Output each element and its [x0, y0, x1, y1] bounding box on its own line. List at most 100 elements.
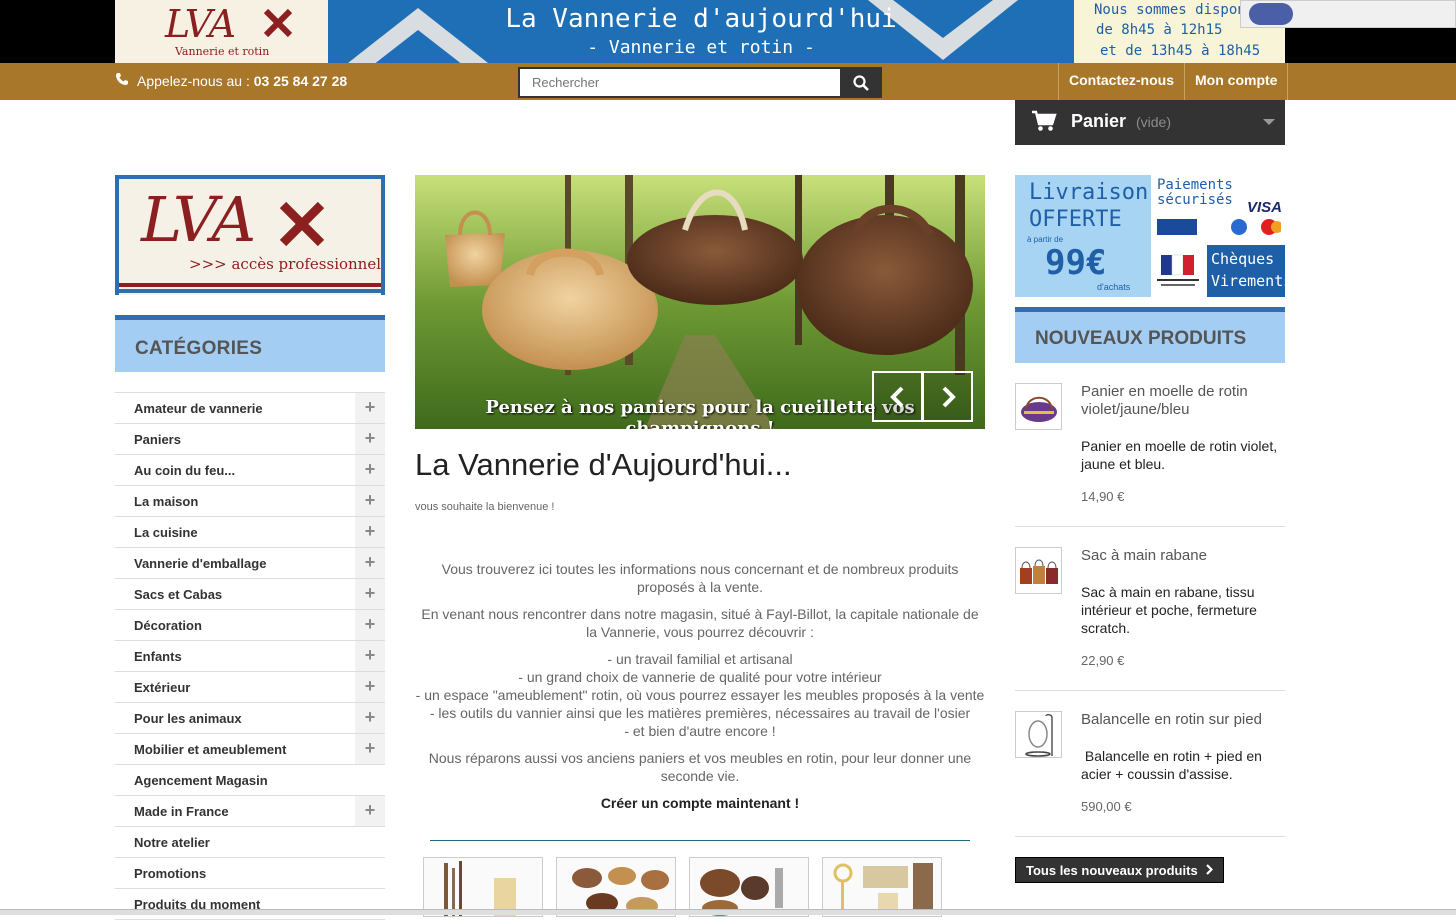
expand-plus-icon[interactable]: + [355, 517, 385, 547]
category-item[interactable]: La maison + [115, 486, 385, 517]
cart-status: (vide) [1136, 114, 1172, 130]
phone-number[interactable]: 03 25 84 27 28 [254, 73, 347, 89]
french-republic-icon [1157, 254, 1199, 286]
category-item[interactable]: Promotions [115, 858, 385, 889]
category-item[interactable]: Mobilier et ameublement + [115, 734, 385, 765]
category-label[interactable]: La maison [134, 494, 198, 509]
category-label[interactable]: Mobilier et ameublement [134, 742, 286, 757]
category-item[interactable]: Notre atelier [115, 827, 385, 858]
new-products-title: Nouveaux produits [1015, 307, 1285, 363]
expand-plus-icon[interactable]: + [355, 579, 385, 609]
category-item[interactable]: Sacs et Cabas + [115, 579, 385, 610]
category-item[interactable]: Pour les animaux + [115, 703, 385, 734]
category-thumbnail[interactable] [556, 857, 676, 917]
delivery-amount: 99€ [1045, 243, 1107, 283]
category-item[interactable]: Paniers + [115, 424, 385, 455]
category-item[interactable]: Produits du moment [115, 889, 385, 920]
all-new-products-button[interactable]: Tous les nouveaux produits [1015, 857, 1225, 883]
intro-paragraph: Vous trouverez ici toutes les informatio… [441, 561, 959, 595]
category-item[interactable]: Extérieur + [115, 672, 385, 703]
product-name[interactable]: Panier en moelle de rotin violet/jaune/b… [1081, 383, 1281, 419]
expand-plus-icon[interactable]: + [355, 486, 385, 516]
category-label[interactable]: Pour les animaux [134, 711, 242, 726]
category-item[interactable]: Enfants + [115, 641, 385, 672]
intro-text: Vous trouverez ici toutes les informatio… [415, 560, 985, 821]
category-label[interactable]: Au coin du feu... [134, 463, 235, 478]
category-item[interactable]: Décoration + [115, 610, 385, 641]
new-product-item[interactable]: Balancelle en rotin sur pied Balancelle … [1015, 711, 1285, 837]
expand-plus-icon[interactable]: + [355, 393, 385, 423]
product-price: 22,90 € [1081, 653, 1125, 668]
bullet-item: - un travail familial et artisanal [607, 651, 793, 667]
search-button[interactable] [840, 67, 882, 98]
cart-button[interactable]: Panier (vide) [1015, 100, 1285, 145]
category-label[interactable]: Promotions [134, 866, 206, 881]
product-image[interactable] [1015, 547, 1062, 594]
category-label[interactable]: La cuisine [134, 525, 198, 540]
pro-access-banner[interactable]: LVA >>> accès professionnel [115, 175, 385, 295]
delivery-text: OFFERTE [1029, 207, 1122, 232]
category-item[interactable]: La cuisine + [115, 517, 385, 548]
category-label[interactable]: Notre atelier [134, 835, 210, 850]
expand-plus-icon[interactable]: + [355, 548, 385, 578]
intro-bullets: - un travail familial et artisanal - un … [415, 650, 985, 740]
category-label[interactable]: Enfants [134, 649, 182, 664]
bullet-item: - un espace "ameublement" rotin, où vous… [415, 687, 985, 703]
category-item[interactable]: Amateur de vannerie + [115, 393, 385, 424]
delivery-payment-banner: Livraison OFFERTE à partir de 99€ d'acha… [1015, 175, 1285, 297]
category-label[interactable]: Vannerie d'emballage [134, 556, 266, 571]
new-product-item[interactable]: Sac à main rabane Sac à main en rabane, … [1015, 547, 1285, 691]
new-product-item[interactable]: Panier en moelle de rotin violet/jaune/b… [1015, 383, 1285, 527]
expand-plus-icon[interactable]: + [355, 424, 385, 454]
product-name[interactable]: Balancelle en rotin sur pied [1081, 711, 1281, 729]
site-logo[interactable]: LVA Vannerie et rotin [115, 0, 328, 63]
expand-plus-icon[interactable]: + [355, 703, 385, 733]
categories-title: Catégories [115, 315, 385, 372]
search-input[interactable] [518, 67, 840, 98]
bullet-item: - un grand choix de vannerie de qualité … [518, 669, 882, 685]
divider [430, 840, 970, 841]
expand-plus-icon[interactable]: + [355, 796, 385, 826]
search-bar [518, 67, 882, 98]
category-label[interactable]: Sacs et Cabas [134, 587, 222, 602]
contact-link[interactable]: Contactez-nous [1058, 63, 1184, 100]
logo-cross-icon [279, 201, 325, 247]
floating-widget[interactable] [1240, 0, 1456, 28]
category-item[interactable]: Au coin du feu... + [115, 455, 385, 486]
expand-plus-icon[interactable]: + [355, 455, 385, 485]
category-item[interactable]: Agencement Magasin [115, 765, 385, 796]
slider-prev-button[interactable] [872, 371, 923, 422]
product-image[interactable] [1015, 383, 1062, 430]
category-thumbnail[interactable] [689, 857, 809, 917]
expand-plus-icon[interactable]: + [355, 610, 385, 640]
category-label[interactable]: Made in France [134, 804, 229, 819]
expand-plus-icon[interactable]: + [355, 641, 385, 671]
nav-links: Contactez-nous Mon compte [1058, 63, 1289, 100]
page-title: La Vannerie d'Aujourd'hui... [415, 447, 792, 482]
banner-subtitle: - Vannerie et rotin - [587, 37, 815, 58]
intro-paragraph: En venant nous rencontrer dans notre mag… [421, 606, 979, 640]
expand-plus-icon[interactable]: + [355, 672, 385, 702]
category-item[interactable]: Vannerie d'emballage + [115, 548, 385, 579]
category-item[interactable]: Made in France + [115, 796, 385, 827]
category-label[interactable]: Extérieur [134, 680, 190, 695]
slider-next-button[interactable] [922, 371, 973, 422]
product-image[interactable] [1015, 711, 1062, 758]
product-description: Balancelle en rotin + pied en acier + co… [1081, 748, 1266, 782]
category-label[interactable]: Paniers [134, 432, 181, 447]
horizontal-scrollbar[interactable] [0, 909, 1456, 915]
account-link[interactable]: Mon compte [1184, 63, 1289, 100]
category-thumbnail[interactable] [822, 857, 942, 917]
category-label[interactable]: Amateur de vannerie [134, 401, 263, 416]
chevron-right-icon [1205, 863, 1214, 878]
create-account-link[interactable]: Créer un compte maintenant ! [415, 794, 985, 812]
cart-label: Panier [1071, 111, 1127, 131]
image-slider[interactable]: Pensez à nos paniers pour la cueillette … [415, 175, 985, 429]
product-name[interactable]: Sac à main rabane [1081, 547, 1281, 565]
category-label[interactable]: Agencement Magasin [134, 773, 268, 788]
category-label[interactable]: Décoration [134, 618, 202, 633]
expand-plus-icon[interactable]: + [355, 734, 385, 764]
nav-bar: Appelez-nous au : 03 25 84 27 28 Contact… [0, 63, 1456, 100]
category-thumbnail[interactable] [423, 857, 543, 917]
cheques-text: Chèques [1211, 250, 1275, 268]
